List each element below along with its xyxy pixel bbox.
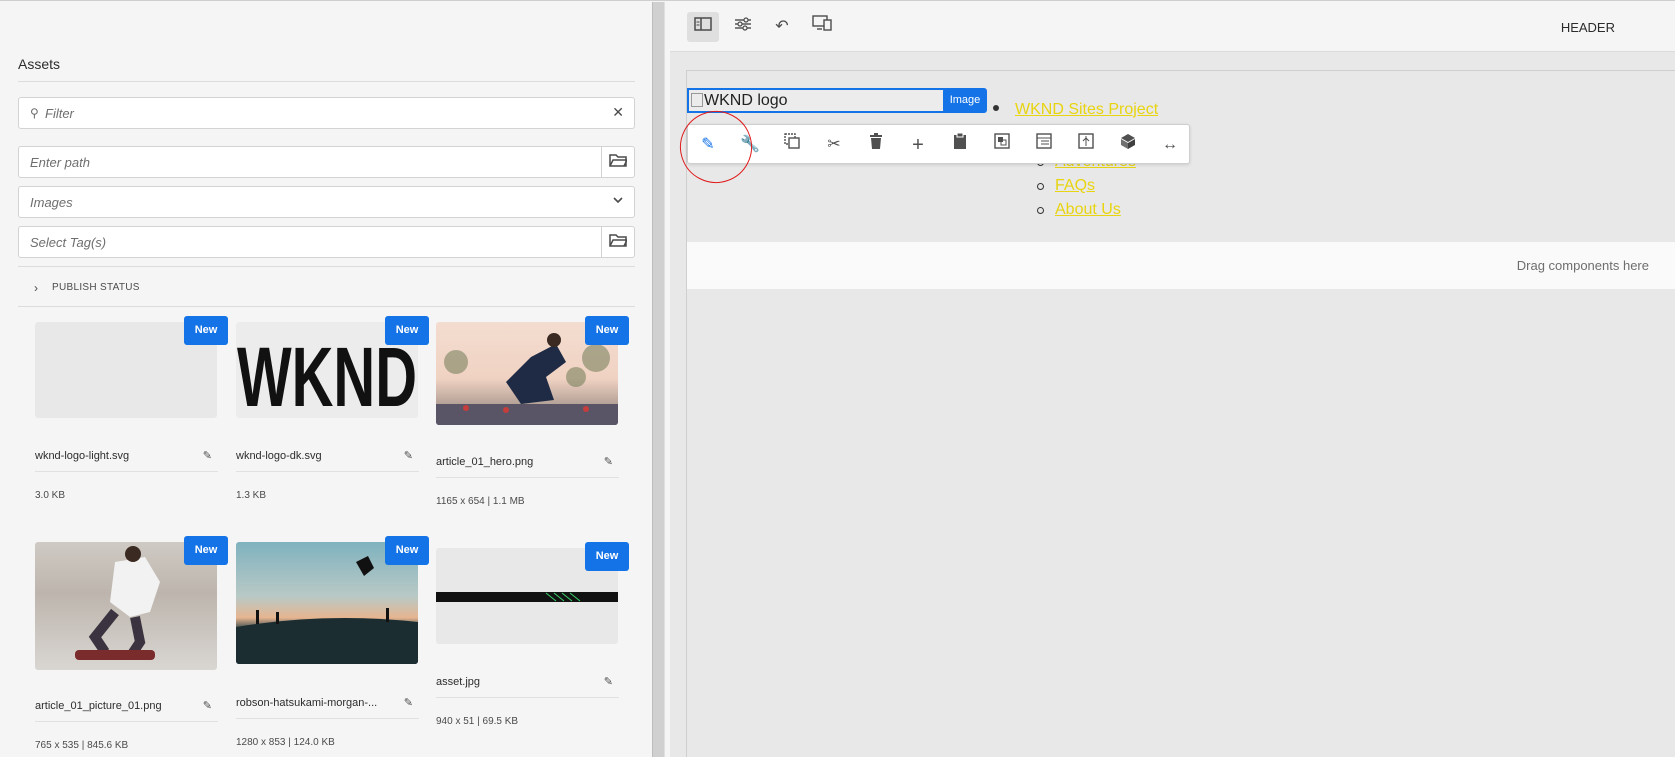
divider bbox=[18, 306, 635, 307]
component-header-label: HEADER bbox=[1560, 20, 1615, 35]
edit-icon[interactable]: ✎ bbox=[203, 449, 212, 462]
asset-meta: 1.3 KB bbox=[236, 490, 267, 501]
path-placeholder: Enter path bbox=[30, 155, 90, 170]
edit-icon[interactable]: ✎ bbox=[604, 675, 613, 688]
delete-icon[interactable] bbox=[864, 133, 888, 157]
drop-zone[interactable]: Drag components here bbox=[687, 242, 1675, 289]
asset-meta: 3.0 KB bbox=[35, 490, 66, 501]
asset-card[interactable]: New robson-hatsukami-morgan-... ✎ 1280 x… bbox=[236, 536, 429, 757]
page-properties-icon[interactable] bbox=[727, 12, 759, 42]
logo-alt-text: WKND logo bbox=[704, 92, 788, 109]
chevron-right-icon: › bbox=[34, 281, 39, 295]
editor-toolbar: ↶ HEADER bbox=[670, 2, 1675, 52]
undo-icon[interactable]: ↶ bbox=[766, 12, 798, 42]
card-divider bbox=[35, 721, 218, 722]
panel-title: Assets bbox=[18, 56, 61, 72]
broken-image-icon bbox=[691, 93, 703, 107]
asset-name: robson-hatsukami-morgan-... bbox=[236, 697, 378, 709]
emulator-icon[interactable] bbox=[806, 12, 838, 42]
nav-link-home[interactable]: WKND Sites Project bbox=[1015, 101, 1158, 119]
list-bullet bbox=[1037, 183, 1044, 190]
asset-name: asset.jpg bbox=[436, 676, 481, 688]
asset-meta: 1165 x 654 | 1.1 MB bbox=[436, 496, 525, 507]
card-divider bbox=[236, 471, 419, 472]
layout-icon[interactable] bbox=[1074, 133, 1098, 157]
path-input[interactable]: Enter path bbox=[18, 146, 635, 178]
new-badge: New bbox=[184, 316, 228, 345]
new-badge: New bbox=[184, 536, 228, 565]
assets-panel: Assets ⚲ Filter ✕ Enter path Images Sele… bbox=[0, 2, 652, 757]
field-separator bbox=[601, 227, 602, 257]
panel-splitter[interactable] bbox=[652, 2, 665, 757]
component-action-bar: ✎ 🔧 ✂ + ↔ bbox=[687, 124, 1190, 164]
divider bbox=[18, 266, 635, 267]
field-separator bbox=[601, 147, 602, 177]
folder-icon[interactable] bbox=[609, 152, 629, 171]
insert-icon[interactable]: + bbox=[906, 133, 930, 157]
new-badge: New bbox=[585, 542, 629, 571]
publish-status-label: PUBLISH STATUS bbox=[52, 282, 140, 293]
chevron-down-icon bbox=[612, 194, 624, 209]
card-divider bbox=[436, 477, 619, 478]
asset-card[interactable]: New article_01_picture_01.png ✎ 765 x 53… bbox=[35, 536, 228, 757]
nav-link-faqs[interactable]: FAQs bbox=[1055, 177, 1095, 195]
edit-icon[interactable]: ✎ bbox=[404, 449, 413, 462]
divider bbox=[18, 81, 635, 82]
paste-icon[interactable] bbox=[948, 132, 972, 157]
parent-icon[interactable] bbox=[1032, 133, 1056, 157]
edit-icon[interactable]: ✎ bbox=[404, 696, 413, 709]
experience-fragment-icon[interactable] bbox=[1116, 133, 1140, 157]
asset-name: wknd-logo-light.svg bbox=[35, 450, 130, 462]
search-icon: ⚲ bbox=[30, 106, 39, 120]
page-editor: ↶ HEADER WKND logo Image WKND Sites Proj… bbox=[670, 2, 1675, 757]
new-badge: New bbox=[385, 536, 429, 565]
asset-meta: 940 x 51 | 69.5 KB bbox=[436, 716, 519, 727]
cut-icon[interactable]: ✂ bbox=[822, 133, 846, 157]
edit-icon[interactable]: ✎ bbox=[604, 455, 613, 468]
folder-icon[interactable] bbox=[609, 232, 629, 251]
asset-name: article_01_hero.png bbox=[436, 456, 534, 468]
image-component[interactable]: WKND logo bbox=[687, 88, 970, 113]
filter-input[interactable]: ⚲ Filter ✕ bbox=[18, 97, 635, 129]
asset-meta: 765 x 535 | 845.6 KB bbox=[35, 740, 129, 751]
clear-icon[interactable]: ✕ bbox=[612, 104, 624, 121]
card-divider bbox=[236, 718, 419, 719]
new-badge: New bbox=[385, 316, 429, 345]
tags-placeholder: Select Tag(s) bbox=[30, 235, 107, 250]
asset-name: article_01_picture_01.png bbox=[35, 700, 162, 712]
resize-icon[interactable]: ↔ bbox=[1158, 133, 1182, 157]
asset-name: wknd-logo-dk.svg bbox=[236, 450, 322, 462]
card-divider bbox=[35, 471, 218, 472]
side-panel-toggle-icon[interactable] bbox=[687, 12, 719, 42]
asset-card[interactable]: New article_01_hero.png ✎ 1165 x 654 | 1… bbox=[436, 316, 629, 512]
card-divider bbox=[436, 697, 619, 698]
page-canvas: WKND logo Image WKND Sites Project Adven… bbox=[686, 70, 1675, 757]
asset-card[interactable]: New asset.jpg ✎ 940 x 51 | 69.5 KB bbox=[436, 542, 629, 753]
asset-card[interactable]: WKND New wknd-logo-dk.svg ✎ 1.3 KB bbox=[236, 316, 429, 507]
nav-link-about-us[interactable]: About Us bbox=[1055, 201, 1121, 219]
filter-placeholder: Filter bbox=[45, 106, 74, 121]
type-select[interactable]: Images bbox=[18, 186, 635, 218]
group-icon[interactable] bbox=[990, 133, 1014, 157]
asset-card[interactable]: New wknd-logo-light.svg ✎ 3.0 KB bbox=[35, 316, 228, 507]
new-badge: New bbox=[585, 316, 629, 345]
type-select-value: Images bbox=[30, 195, 73, 210]
asset-meta: 1280 x 853 | 124.0 KB bbox=[236, 737, 335, 748]
drop-zone-hint: Drag components here bbox=[1516, 258, 1649, 273]
copy-icon[interactable] bbox=[780, 133, 804, 157]
list-bullet bbox=[993, 105, 999, 111]
component-type-label: Image bbox=[943, 88, 987, 113]
tags-picker[interactable]: Select Tag(s) bbox=[18, 226, 635, 258]
edit-icon[interactable]: ✎ bbox=[203, 699, 212, 712]
list-bullet bbox=[1037, 207, 1044, 214]
